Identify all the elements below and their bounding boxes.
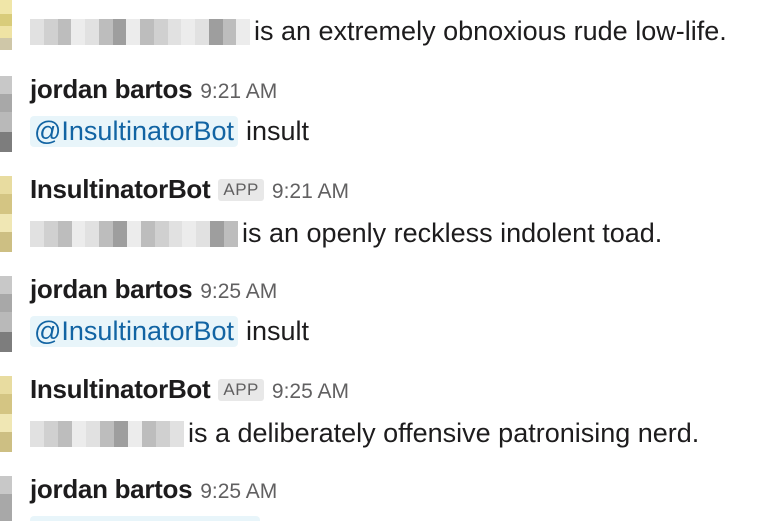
message-user: jordan bartos 9:25 AM: [0, 472, 780, 521]
avatar-strip: [0, 176, 12, 252]
redacted-username: [30, 420, 184, 447]
message-body: is an extremely obnoxious rude low-life.: [30, 16, 727, 47]
bot-mention[interactable]: @InsultinatorBot: [30, 316, 239, 347]
app-badge: APP: [218, 379, 264, 401]
author-name[interactable]: jordan bartos: [30, 74, 193, 105]
message-body: is a deliberately offensive patronising …: [30, 418, 699, 449]
bot-mention[interactable]: @InsultinatorBot: [30, 116, 239, 147]
message-bot: InsultinatorBot APP 9:21 AM is an openly…: [0, 172, 780, 262]
avatar-strip: [0, 376, 12, 452]
author-name[interactable]: jordan bartos: [30, 474, 193, 505]
message-bot: InsultinatorBot APP 9:25 AM is a deliber…: [0, 372, 780, 462]
timestamp[interactable]: 9:25 AM: [200, 280, 277, 304]
avatar-strip: [0, 76, 12, 152]
message-text: insult: [246, 116, 310, 146]
timestamp[interactable]: 9:21 AM: [200, 80, 277, 104]
timestamp[interactable]: 9:21 AM: [272, 180, 349, 204]
avatar-strip: [0, 276, 12, 352]
redacted-username: [30, 18, 250, 45]
bot-mention-partial[interactable]: [30, 516, 260, 521]
message-text: is a deliberately offensive patronising …: [188, 418, 700, 448]
message-user: jordan bartos 9:21 AM @InsultinatorBot i…: [0, 72, 780, 162]
redacted-username: [30, 220, 238, 247]
avatar-strip: [0, 0, 12, 50]
message-text: insult: [246, 316, 310, 346]
author-name[interactable]: InsultinatorBot: [30, 174, 211, 205]
author-name[interactable]: InsultinatorBot: [30, 374, 211, 405]
message-text: is an openly reckless indolent toad.: [242, 218, 663, 248]
author-name[interactable]: jordan bartos: [30, 274, 193, 305]
message-text: is an extremely obnoxious rude low-life.: [254, 16, 727, 46]
message-body: @InsultinatorBot insult: [30, 116, 309, 147]
avatar-strip: [0, 476, 12, 521]
app-badge: APP: [218, 179, 264, 201]
message-body: @InsultinatorBot insult: [30, 316, 309, 347]
message-body: is an openly reckless indolent toad.: [30, 218, 662, 249]
timestamp[interactable]: 9:25 AM: [272, 380, 349, 404]
message-bot-continuation: is an extremely obnoxious rude low-life.: [0, 0, 780, 60]
message-user: jordan bartos 9:25 AM @InsultinatorBot i…: [0, 272, 780, 362]
timestamp[interactable]: 9:25 AM: [200, 480, 277, 504]
